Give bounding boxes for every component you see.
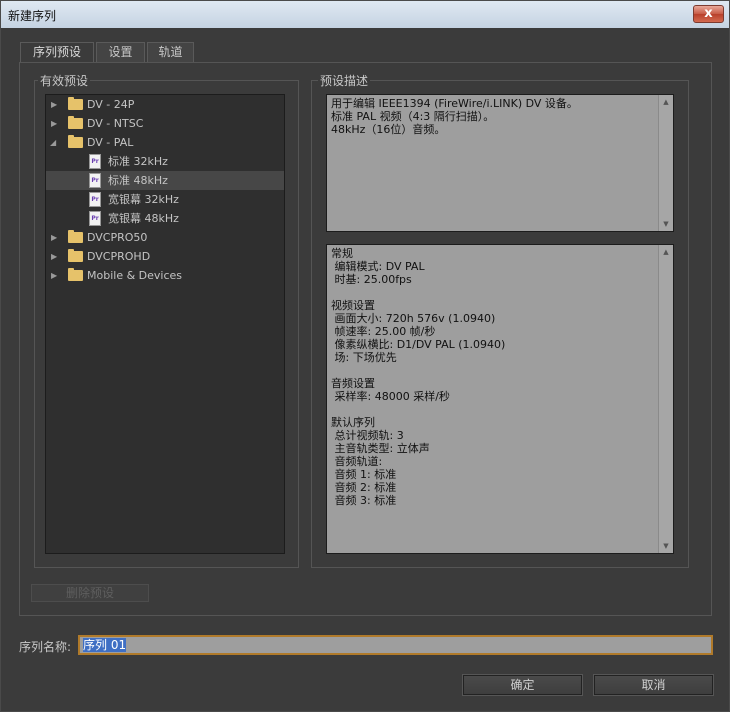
sequence-name-value: 序列 01 bbox=[83, 638, 127, 652]
tab-tracks[interactable]: 轨道 bbox=[147, 42, 194, 62]
scroll-up-icon[interactable]: ▲ bbox=[659, 245, 673, 259]
scroll-down-icon[interactable]: ▼ bbox=[659, 539, 673, 553]
preset-details-text: 常规 编辑模式: DV PAL 时基: 25.00fps 视频设置 画面大小: … bbox=[331, 247, 506, 507]
title-bar: 新建序列 x bbox=[1, 1, 729, 28]
tree-item-widescreen-48khz[interactable]: Pr 宽银幕 48kHz bbox=[46, 209, 284, 228]
tree-item-label: DVCPROHD bbox=[87, 250, 151, 263]
tree-item-dv-24p[interactable]: ▶ DV - 24P bbox=[46, 95, 284, 114]
tree-item-label: DVCPRO50 bbox=[87, 231, 148, 244]
tree-item-standard-48khz[interactable]: Pr 标准 48kHz bbox=[46, 171, 284, 190]
expand-arrow-icon[interactable]: ▶ bbox=[51, 228, 61, 247]
presets-group-label: 有效预设 bbox=[38, 72, 91, 89]
tree-item-label: 标准 48kHz bbox=[108, 174, 168, 187]
ok-button[interactable]: 确定 bbox=[462, 674, 583, 696]
folder-open-icon bbox=[68, 135, 83, 148]
premiere-preset-file-icon: Pr bbox=[89, 154, 101, 169]
preset-details-box[interactable]: 常规 编辑模式: DV PAL 时基: 25.00fps 视频设置 画面大小: … bbox=[326, 244, 674, 554]
sequence-name-label: 序列名称: bbox=[19, 640, 72, 654]
description-group-label: 预设描述 bbox=[318, 72, 371, 89]
premiere-preset-file-icon: Pr bbox=[89, 192, 101, 207]
tree-item-label: Mobile & Devices bbox=[87, 269, 183, 282]
folder-icon bbox=[68, 268, 83, 281]
cancel-button[interactable]: 取消 bbox=[593, 674, 714, 696]
folder-icon bbox=[68, 116, 83, 129]
tab-settings[interactable]: 设置 bbox=[96, 42, 145, 62]
preset-tree[interactable]: ▶ DV - 24P ▶ DV - NTSC ◢ DV - PAL Pr 标准 … bbox=[45, 94, 285, 554]
folder-icon bbox=[68, 97, 83, 110]
premiere-preset-file-icon: Pr bbox=[89, 211, 101, 226]
folder-icon bbox=[68, 249, 83, 262]
tree-item-dv-pal[interactable]: ◢ DV - PAL bbox=[46, 133, 284, 152]
collapse-arrow-icon[interactable]: ◢ bbox=[50, 133, 60, 152]
tree-item-standard-32khz[interactable]: Pr 标准 32kHz bbox=[46, 152, 284, 171]
expand-arrow-icon[interactable]: ▶ bbox=[51, 247, 61, 266]
close-icon: x bbox=[704, 6, 713, 21]
tree-item-label: 宽银幕 32kHz bbox=[108, 193, 179, 206]
preset-summary-text: 用于编辑 IEEE1394 (FireWire/i.LINK) DV 设备。 标… bbox=[331, 97, 578, 136]
window-title: 新建序列 bbox=[8, 9, 57, 23]
close-button[interactable]: x bbox=[693, 5, 724, 23]
tree-item-dvcpro50[interactable]: ▶ DVCPRO50 bbox=[46, 228, 284, 247]
delete-preset-button[interactable]: 删除预设 bbox=[31, 584, 149, 602]
premiere-preset-file-icon: Pr bbox=[89, 173, 101, 188]
expand-arrow-icon[interactable]: ▶ bbox=[51, 114, 61, 133]
summary-scrollbar[interactable]: ▲ ▼ bbox=[658, 95, 673, 231]
tree-item-label: DV - 24P bbox=[87, 98, 135, 111]
folder-icon bbox=[68, 230, 83, 243]
preset-summary-box[interactable]: 用于编辑 IEEE1394 (FireWire/i.LINK) DV 设备。 标… bbox=[326, 94, 674, 232]
tree-item-label: 标准 32kHz bbox=[108, 155, 168, 168]
tree-item-label: 宽银幕 48kHz bbox=[108, 212, 179, 225]
sequence-name-input[interactable]: 序列 01 bbox=[78, 635, 713, 655]
scroll-up-icon[interactable]: ▲ bbox=[659, 95, 673, 109]
tab-sequence-presets[interactable]: 序列预设 bbox=[20, 42, 94, 63]
tree-item-widescreen-32khz[interactable]: Pr 宽银幕 32kHz bbox=[46, 190, 284, 209]
tree-item-mobile-devices[interactable]: ▶ Mobile & Devices bbox=[46, 266, 284, 285]
tree-item-dvcprohd[interactable]: ▶ DVCPROHD bbox=[46, 247, 284, 266]
tree-item-dv-ntsc[interactable]: ▶ DV - NTSC bbox=[46, 114, 284, 133]
tree-item-label: DV - NTSC bbox=[87, 117, 144, 130]
tree-item-label: DV - PAL bbox=[87, 136, 134, 149]
expand-arrow-icon[interactable]: ▶ bbox=[51, 95, 61, 114]
expand-arrow-icon[interactable]: ▶ bbox=[51, 266, 61, 285]
scroll-down-icon[interactable]: ▼ bbox=[659, 217, 673, 231]
new-sequence-dialog: 新建序列 x 序列预设 设置 轨道 有效预设 ▶ DV - 24P ▶ DV -… bbox=[0, 0, 730, 712]
details-scrollbar[interactable]: ▲ ▼ bbox=[658, 245, 673, 553]
